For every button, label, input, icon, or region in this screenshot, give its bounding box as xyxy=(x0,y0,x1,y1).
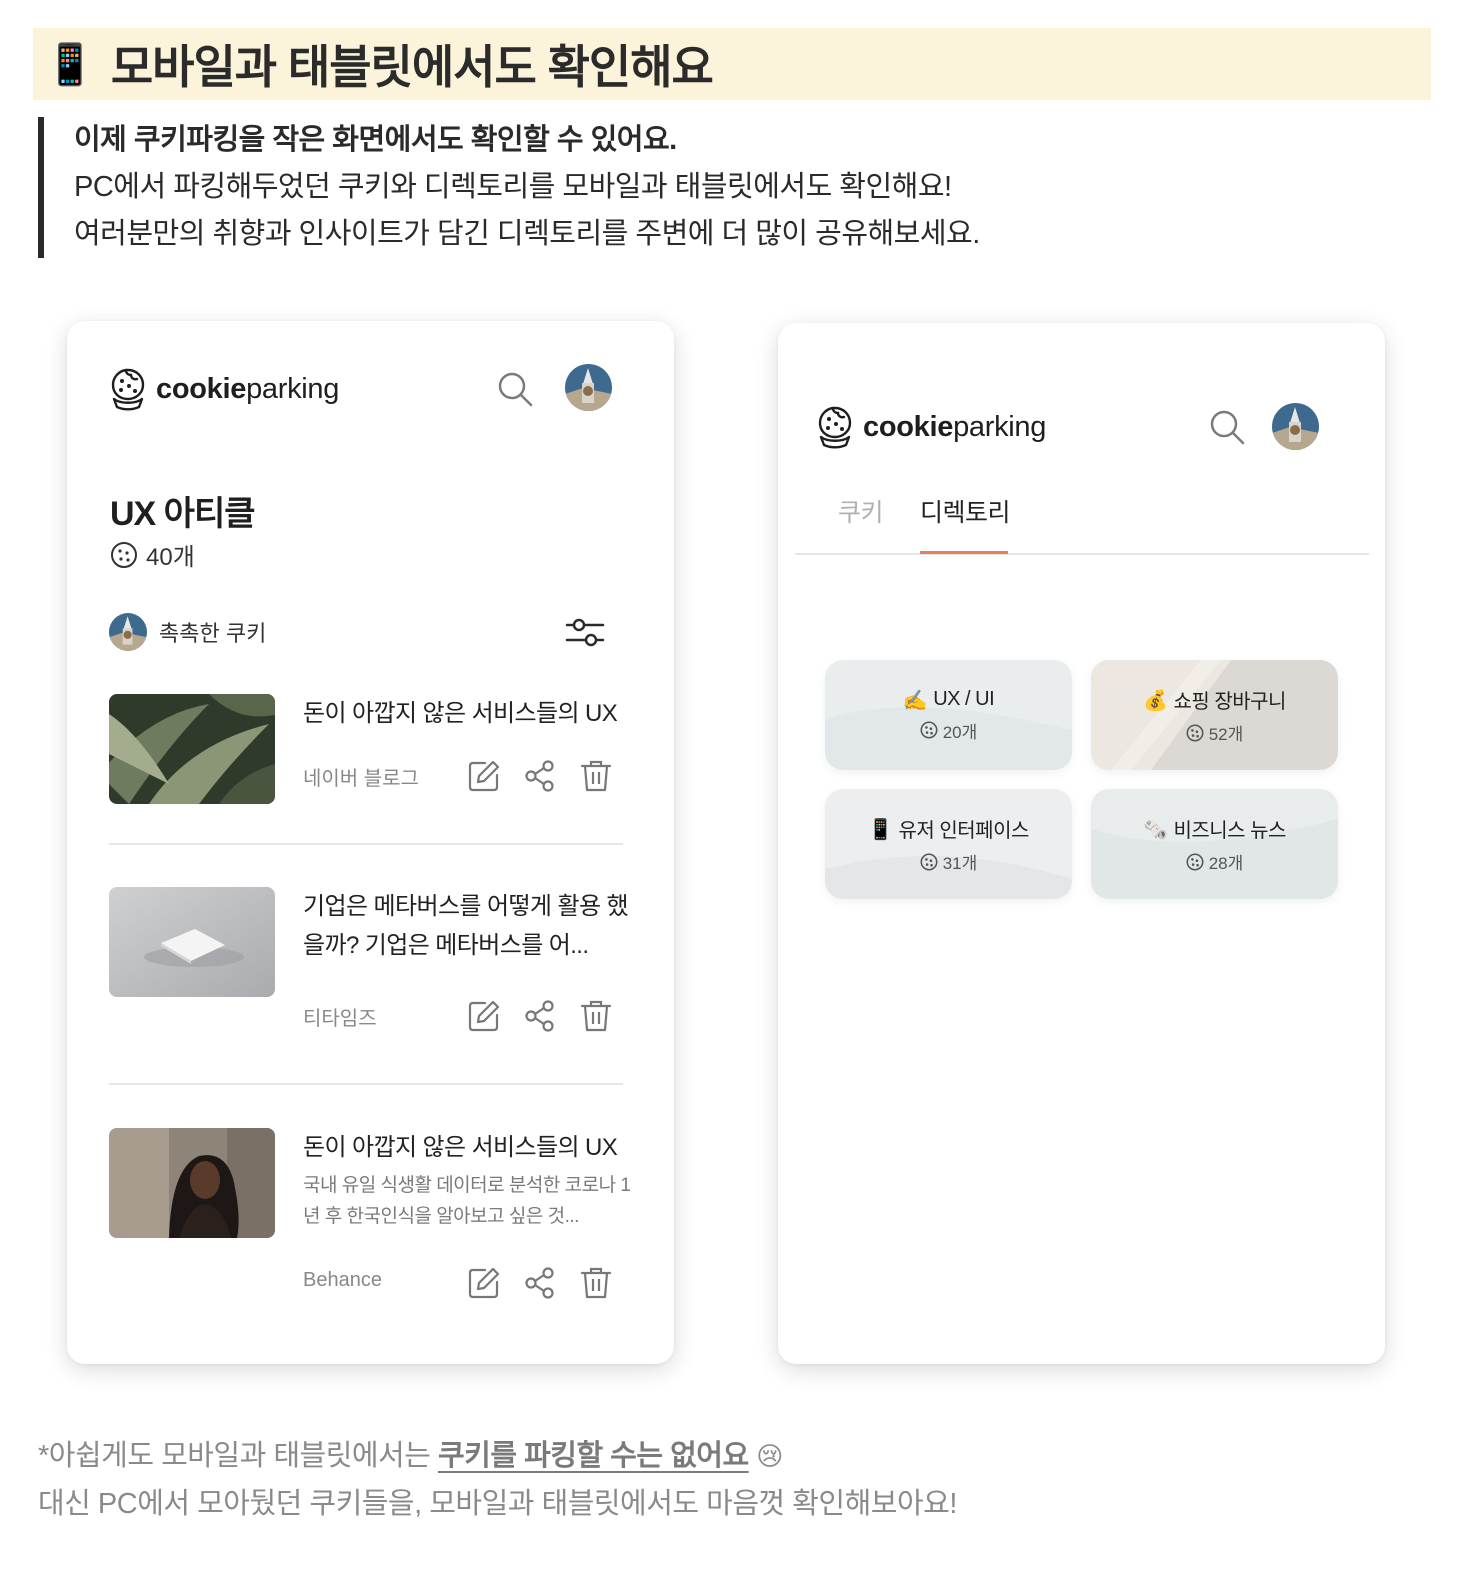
directory-count: 20개 xyxy=(920,718,978,743)
footnote: *아쉽게도 모바일과 태블릿에서는 쿠키를 파킹할 수는 없어요 😢 대신 PC… xyxy=(38,1433,957,1528)
cookie-logo-icon xyxy=(111,368,145,411)
brand-name-light: parking xyxy=(246,372,340,405)
edit-icon[interactable] xyxy=(466,758,502,794)
directory-card[interactable]: 💰 쇼핑 장바구니 52개 xyxy=(1091,660,1338,770)
share-icon[interactable] xyxy=(522,1265,558,1301)
brand-name-bold: cookie xyxy=(156,372,247,405)
section-heading: 📱 모바일과 태블릿에서도 확인해요 xyxy=(33,28,1431,100)
search-icon[interactable] xyxy=(1207,407,1247,447)
article-description: 국내 유일 식생활 데이터로 분석한 코로나 1년 후 한국인식을 알아보고 싶… xyxy=(303,1175,631,1227)
directory-owner[interactable]: 촉촉한 쿠키 xyxy=(109,613,266,651)
newspaper-icon: 🗞️ xyxy=(1143,816,1168,841)
list-item[interactable]: 돈이 아깝지 않은 서비스들의 UX 국내 유일 식생활 데이터로 분석한 코로… xyxy=(109,1128,631,1308)
directory-count: 31개 xyxy=(920,849,978,874)
brand-name-light: parking xyxy=(953,410,1047,443)
directory-name: 유저 인터페이스 xyxy=(898,820,1030,842)
avatar[interactable] xyxy=(1272,403,1319,450)
article-thumbnail xyxy=(109,887,275,997)
share-icon[interactable] xyxy=(522,758,558,794)
article-thumbnail xyxy=(109,694,275,804)
article-source: 네이버 블로그 xyxy=(303,768,419,790)
directory-count: 28개 xyxy=(1186,849,1244,874)
directory-name: 쇼핑 장바구니 xyxy=(1173,691,1286,713)
article-title[interactable]: 돈이 아깝지 않은 서비스들의 UX xyxy=(303,694,633,733)
trash-icon[interactable] xyxy=(578,1265,614,1301)
article-actions xyxy=(466,1265,614,1301)
directory-name: 비즈니스 뉴스 xyxy=(1173,820,1286,842)
footnote-prefix: *아쉽게도 모바일과 태블릿에서는 xyxy=(38,1440,438,1472)
search-icon[interactable] xyxy=(495,369,535,409)
directory-count-label: 40개 xyxy=(146,544,195,571)
writing-hand-icon: ✍️ xyxy=(902,687,928,712)
profile-tabs: 쿠키 디렉토리 xyxy=(795,493,1369,555)
filter-icon[interactable] xyxy=(565,613,605,653)
divider xyxy=(109,1083,623,1085)
divider xyxy=(109,843,623,845)
directory-count-label: 31개 xyxy=(942,854,978,873)
directory-card[interactable]: ✍️ UX / UI 20개 xyxy=(825,660,1072,770)
intro-quote: 이제 쿠키파킹을 작은 화면에서도 확인할 수 있어요. PC에서 파킹해두었던… xyxy=(38,117,1138,258)
brand-name-bold: cookie xyxy=(863,410,954,443)
owner-avatar xyxy=(109,613,147,651)
article-source: Behance xyxy=(303,1269,382,1291)
footnote-line-1: *아쉽게도 모바일과 태블릿에서는 쿠키를 파킹할 수는 없어요 😢 xyxy=(38,1433,957,1481)
directory-cookie-count: 40개 xyxy=(110,537,195,572)
directory-count-label: 52개 xyxy=(1208,725,1244,744)
tab-directory[interactable]: 디렉토리 xyxy=(920,493,1011,529)
mobile-directory-screen: cookieparking UX 아티클 40개 촉촉한 쿠키 돈이 아깝지 않… xyxy=(67,321,674,1364)
article-actions xyxy=(466,998,614,1034)
brand-logo[interactable]: cookieparking xyxy=(108,366,339,412)
crying-face-icon: 😢 xyxy=(756,1442,783,1472)
directory-title: UX 아티클 xyxy=(110,495,256,533)
trash-icon[interactable] xyxy=(578,998,614,1034)
intro-line-1: 이제 쿠키파킹을 작은 화면에서도 확인할 수 있어요. xyxy=(74,124,677,156)
directory-count-label: 20개 xyxy=(942,722,978,742)
money-bag-icon: 💰 xyxy=(1143,687,1168,712)
tablet-emoji-icon: 📱 xyxy=(45,41,95,88)
directory-card[interactable]: 📱 유저 인터페이스 31개 xyxy=(825,789,1072,899)
list-item[interactable]: 기업은 메타버스를 어떻게 활용 했을까? 기업은 메타버스를 어... 티타임… xyxy=(109,887,629,1032)
mobile-phone-icon: 📱 xyxy=(868,816,893,841)
brand-logo[interactable]: cookieparking xyxy=(815,404,1046,450)
tab-cookie[interactable]: 쿠키 xyxy=(838,493,884,529)
article-title[interactable]: 돈이 아깝지 않은 서비스들의 UX xyxy=(303,1128,633,1167)
article-actions xyxy=(466,758,614,794)
avatar[interactable] xyxy=(565,364,612,411)
active-tab-indicator xyxy=(920,551,1008,554)
footnote-emphasis: 쿠키를 파킹할 수는 없어요 xyxy=(437,1440,749,1472)
intro-line-2: PC에서 파킹해두었던 쿠키와 디렉토리를 모바일과 태블릿에서도 확인해요! xyxy=(74,171,952,203)
edit-icon[interactable] xyxy=(466,998,502,1034)
article-source: 티타임즈 xyxy=(303,1008,377,1030)
article-thumbnail xyxy=(109,1128,275,1238)
directory-count-label: 28개 xyxy=(1208,854,1244,873)
share-icon[interactable] xyxy=(522,998,558,1034)
intro-line-3: 여러분만의 취향과 인사이트가 담긴 디렉토리를 주변에 더 많이 공유해보세요… xyxy=(74,218,980,250)
cookie-icon xyxy=(920,721,938,739)
mobile-profile-screen: cookieparking 쿠키 디렉토리 ✍️ UX / UI 20개 💰 쇼핑 … xyxy=(778,323,1385,1364)
section-title: 모바일과 태블릿에서도 확인해요 xyxy=(110,41,714,93)
directory-card[interactable]: 🗞️ 비즈니스 뉴스 28개 xyxy=(1091,789,1338,899)
cookie-icon xyxy=(1186,853,1204,870)
trash-icon[interactable] xyxy=(578,758,614,794)
directory-count: 52개 xyxy=(1186,720,1244,745)
directory-name: UX / UI xyxy=(933,688,995,710)
article-title[interactable]: 기업은 메타버스를 어떻게 활용 했을까? 기업은 메타버스를 어... xyxy=(303,887,633,965)
cookie-icon xyxy=(111,541,137,568)
list-item[interactable]: 돈이 아깝지 않은 서비스들의 UX 네이버 블로그 xyxy=(109,694,623,824)
footnote-line-2: 대신 PC에서 모아뒀던 쿠키들을, 모바일과 태블릿에서도 마음껏 확인해보아… xyxy=(38,1488,957,1520)
owner-name: 촉촉한 쿠키 xyxy=(159,621,267,646)
edit-icon[interactable] xyxy=(466,1265,502,1301)
cookie-icon xyxy=(1186,724,1204,741)
cookie-icon xyxy=(920,853,938,870)
cookie-logo-icon xyxy=(818,406,852,449)
